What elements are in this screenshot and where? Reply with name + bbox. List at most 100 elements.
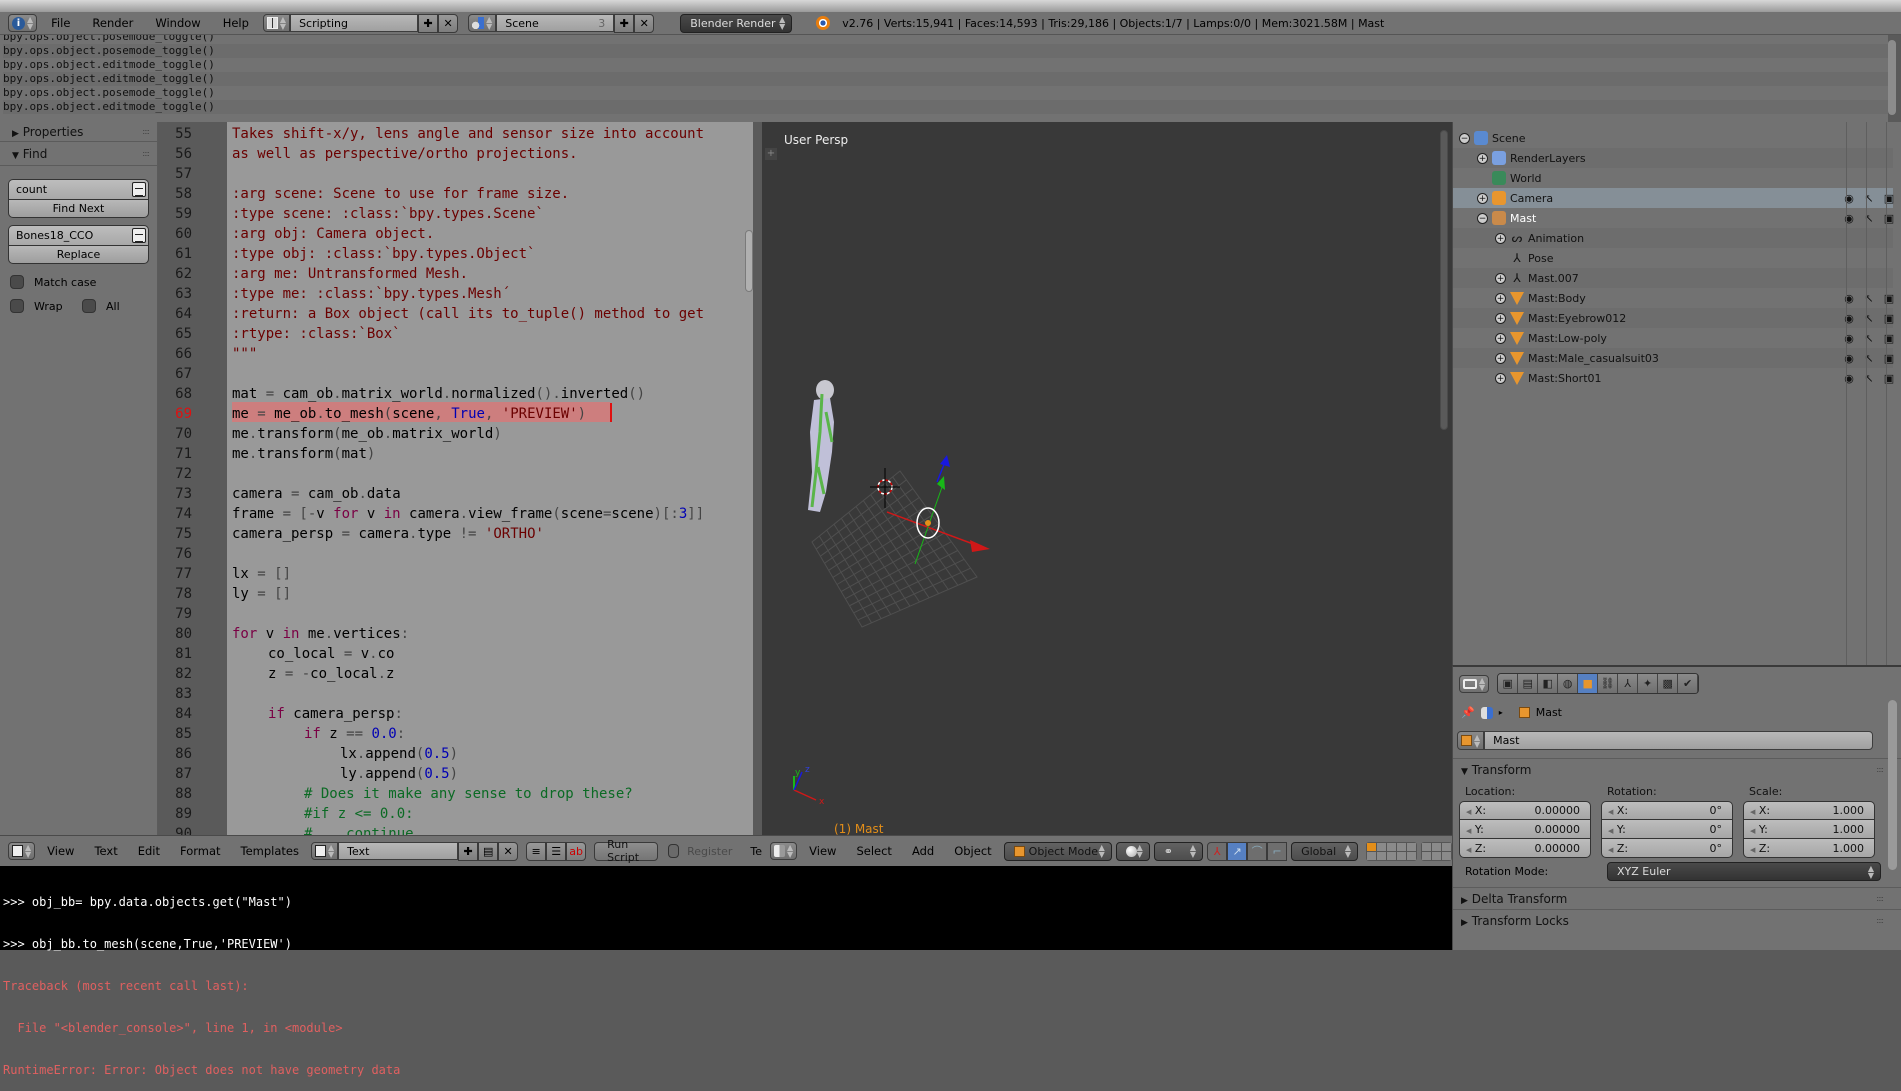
selectability-cursor-icon[interactable]: ↖ (1863, 212, 1875, 225)
expand-icon[interactable]: + (1495, 272, 1506, 284)
expand-icon[interactable]: + (1495, 372, 1506, 384)
toolshelf-expand-button[interactable]: + (765, 148, 777, 160)
expand-icon[interactable]: + (1495, 352, 1506, 364)
run-script-button[interactable]: Run Script (594, 838, 659, 864)
outliner-item[interactable]: − Scene (1453, 128, 1893, 148)
selectability-cursor-icon[interactable]: ↖ (1863, 312, 1875, 325)
render-engine-select[interactable]: Blender Render ▲ ▼ (680, 13, 793, 33)
menu-file[interactable]: File (43, 16, 78, 30)
viewport-scrollbar[interactable] (1440, 130, 1448, 430)
editor-type-info-button[interactable]: i ▲ ▼ (8, 14, 38, 32)
menu-render[interactable]: Render (84, 16, 141, 30)
location-x-field[interactable]: ◀ X: 0.00000 (1459, 801, 1591, 820)
expand-icon[interactable]: + (1477, 192, 1488, 204)
delete-screen-button[interactable]: ✕ (438, 13, 459, 33)
expand-icon[interactable]: + (1477, 152, 1488, 164)
code-scrollbar[interactable] (745, 230, 753, 292)
location-z-field[interactable]: ◀ Z: 0.00000 (1459, 839, 1591, 858)
outliner-item[interactable]: + Mast:Male_casualsuit03 ◉ ↖ ▣ (1453, 348, 1895, 368)
visibility-eye-icon[interactable]: ◉ (1843, 192, 1855, 205)
rotation-mode-select[interactable]: XYZ Euler ▲ ▼ (1607, 862, 1881, 881)
visibility-eye-icon[interactable]: ◉ (1843, 312, 1855, 325)
find-next-button[interactable]: Find Next (8, 199, 149, 218)
scale-x-field[interactable]: ◀ X: 1.000 (1743, 801, 1875, 820)
visibility-eye-icon[interactable]: ◉ (1843, 292, 1855, 305)
copy-from-selection-icon[interactable] (132, 182, 146, 197)
copy-from-selection-icon[interactable] (132, 228, 146, 243)
tab-physics-icon[interactable]: ✔ (1678, 674, 1699, 693)
find-panel-header[interactable]: ▼ Find:::: (0, 142, 157, 166)
outliner-item[interactable]: + Mast:Short01 ◉ ↖ ▣ (1453, 368, 1894, 388)
text-datablock-browse[interactable]: ▲ ▼ (311, 842, 339, 860)
selectability-cursor-icon[interactable]: ↖ (1863, 292, 1875, 305)
tab-object-icon[interactable]: ■ (1578, 674, 1599, 693)
find-input[interactable]: count (8, 179, 149, 199)
register-checkbox[interactable] (668, 844, 680, 858)
match-case-checkbox[interactable] (10, 275, 24, 289)
selectability-cursor-icon[interactable]: ↖ (1863, 332, 1875, 345)
delta-transform-panel-header[interactable]: ▶ Delta Transform:::: (1453, 887, 1901, 909)
drag-grip-icon[interactable]: :::: (1876, 765, 1884, 774)
editor-type-3dview-button[interactable]: ▲ ▼ (770, 842, 798, 860)
transform-panel-header[interactable]: ▼ Transform:::: (1453, 758, 1901, 780)
replace-button[interactable]: Replace (8, 245, 149, 264)
visibility-eye-icon[interactable]: ◉ (1843, 212, 1855, 225)
outliner-item[interactable]: + Mast:Body ◉ ↖ ▣ (1453, 288, 1895, 308)
tab-render-layers-icon[interactable]: ▤ (1518, 674, 1539, 693)
viewport-shading-select[interactable]: ▲ ▼ (1115, 841, 1150, 861)
renderability-camera-icon[interactable]: ▣ (1883, 192, 1895, 205)
menu-view[interactable]: View (39, 844, 82, 858)
word-wrap-toggle[interactable]: ☰ (546, 841, 567, 861)
layer-buttons[interactable] (1366, 841, 1417, 861)
info-scrollbar[interactable] (1888, 40, 1896, 115)
location-y-field[interactable]: ◀ Y: 0.00000 (1459, 820, 1591, 839)
menu-object[interactable]: Object (946, 844, 999, 858)
pivot-point-select[interactable]: ⚭ ▲ ▼ (1153, 841, 1204, 861)
collapse-icon[interactable]: − (1477, 212, 1488, 224)
menu-add[interactable]: Add (904, 844, 942, 858)
rotation-x-field[interactable]: ◀ X: 0° (1601, 801, 1733, 820)
object-browse-button[interactable]: ▲ ▼ (1457, 731, 1485, 750)
screen-layout-name[interactable]: Scripting (290, 14, 419, 32)
outliner-item[interactable]: + ᔕ Animation (1453, 228, 1893, 248)
drag-grip-icon[interactable]: :::: (142, 149, 150, 158)
outliner-item[interactable]: + RenderLayers (1453, 148, 1893, 168)
editor-type-properties-button[interactable]: ▲ ▼ (1459, 674, 1490, 693)
interaction-mode-select[interactable]: Object Mode ▲ ▼ (1003, 841, 1112, 861)
renderability-camera-icon[interactable]: ▣ (1883, 332, 1895, 345)
all-checkbox[interactable] (82, 299, 96, 313)
tab-render-icon[interactable]: ▣ (1498, 674, 1519, 693)
transform-orientation-select[interactable]: Global ▲ ▼ (1291, 841, 1358, 861)
renderability-camera-icon[interactable]: ▣ (1883, 212, 1895, 225)
tab-data-icon[interactable]: ⅄ (1618, 674, 1639, 693)
new-text-button[interactable]: ✚ (458, 841, 479, 861)
replace-input[interactable]: Bones18_CCO (8, 225, 149, 245)
collapse-icon[interactable]: − (1459, 132, 1470, 144)
renderability-camera-icon[interactable]: ▣ (1883, 292, 1895, 305)
menu-help[interactable]: Help (215, 16, 257, 30)
object-name-field[interactable]: Mast (1484, 731, 1873, 750)
outliner-item[interactable]: ⅄ Pose (1453, 248, 1893, 268)
drag-grip-icon[interactable]: :::: (1876, 894, 1884, 903)
expand-icon[interactable]: + (1495, 232, 1506, 244)
renderability-camera-icon[interactable]: ▣ (1883, 312, 1895, 325)
selectability-cursor-icon[interactable]: ↖ (1863, 352, 1875, 365)
outliner-item[interactable]: + ⅄ Mast.007 (1453, 268, 1893, 288)
syntax-highlight-toggle[interactable]: ab (566, 841, 587, 861)
add-scene-button[interactable]: ✚ (614, 13, 635, 33)
expand-icon[interactable]: + (1495, 332, 1506, 344)
python-console[interactable]: >>> obj_bb= bpy.data.objects.get("Mast")… (0, 866, 1452, 1077)
menu-edit[interactable]: Edit (130, 844, 168, 858)
tab-world-icon[interactable]: ◍ (1558, 674, 1579, 693)
renderability-camera-icon[interactable]: ▣ (1883, 352, 1895, 365)
editor-type-text-button[interactable]: ▲ ▼ (8, 842, 36, 860)
layer-buttons-2[interactable] (1421, 841, 1452, 861)
rotation-z-field[interactable]: ◀ Z: 0° (1601, 839, 1733, 858)
drag-grip-icon[interactable]: :::: (1876, 916, 1884, 925)
tab-scene-icon[interactable]: ◧ (1538, 674, 1559, 693)
rotation-y-field[interactable]: ◀ Y: 0° (1601, 820, 1733, 839)
expand-icon[interactable]: + (1495, 312, 1506, 324)
visibility-eye-icon[interactable]: ◉ (1843, 352, 1855, 365)
menu-window[interactable]: Window (147, 16, 208, 30)
manipulator-toggle[interactable]: ⅄ (1207, 841, 1228, 861)
